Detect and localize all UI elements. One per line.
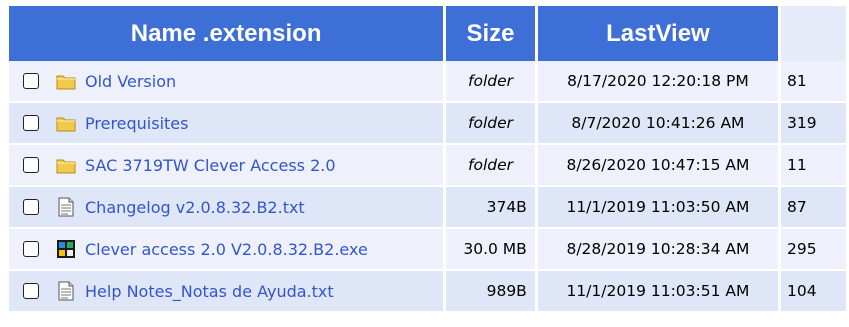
name-cell: Changelog v2.0.8.32.B2.txt	[9, 187, 444, 229]
row-checkbox[interactable]	[23, 115, 39, 131]
table-row[interactable]: Changelog v2.0.8.32.B2.txt 374B 11/1/2019 …	[9, 187, 846, 229]
size-cell: folder	[446, 103, 535, 145]
extra-cell: 319	[781, 103, 846, 145]
text-file-icon	[55, 280, 77, 302]
size-cell: 30.0 MB	[446, 229, 535, 271]
table-row[interactable]: Old Version folder 8/17/2020 12:20:18 PM 81	[9, 61, 846, 103]
lastview-cell: 11/1/2019 11:03:50 AM	[537, 187, 779, 229]
folder-icon	[55, 112, 77, 134]
table-row[interactable]: Help Notes_Notas de Ayuda.txt 989B 11/1/20…	[9, 271, 846, 313]
file-table: Name .extension Size LastView Old Versio…	[6, 6, 849, 313]
folder-icon	[55, 154, 77, 176]
column-header-size[interactable]: Size	[446, 6, 535, 61]
size-cell: 989B	[446, 271, 535, 313]
file-link[interactable]: SAC 3719TW Clever Access 2.0	[85, 156, 336, 175]
name-cell: SAC 3719TW Clever Access 2.0	[9, 145, 444, 187]
lastview-cell: 8/17/2020 12:20:18 PM	[537, 61, 779, 103]
text-file-icon	[55, 196, 77, 218]
lastview-cell: 8/26/2020 10:47:15 AM	[537, 145, 779, 187]
extra-cell: 104	[781, 271, 846, 313]
lastview-cell: 11/1/2019 11:03:51 AM	[537, 271, 779, 313]
table-row[interactable]: SAC 3719TW Clever Access 2.0 folder 8/26/2…	[9, 145, 846, 187]
row-checkbox[interactable]	[23, 73, 39, 89]
lastview-cell: 8/28/2019 10:28:34 AM	[537, 229, 779, 271]
table-header-row: Name .extension Size LastView	[9, 6, 846, 61]
lastview-cell: 8/7/2020 10:41:26 AM	[537, 103, 779, 145]
size-cell: folder	[446, 61, 535, 103]
row-checkbox[interactable]	[23, 241, 39, 257]
row-checkbox[interactable]	[23, 199, 39, 215]
name-cell: Help Notes_Notas de Ayuda.txt	[9, 271, 444, 313]
file-link[interactable]: Prerequisites	[85, 114, 188, 133]
name-cell: Clever access 2.0 V2.0.8.32.B2.exe	[9, 229, 444, 271]
table-row[interactable]: Clever access 2.0 V2.0.8.32.B2.exe 30.0 M…	[9, 229, 846, 271]
file-link[interactable]: Changelog v2.0.8.32.B2.txt	[85, 198, 305, 217]
executable-icon	[55, 238, 77, 260]
row-checkbox[interactable]	[23, 157, 39, 173]
extra-cell: 11	[781, 145, 846, 187]
row-checkbox[interactable]	[23, 283, 39, 299]
file-table-body: Old Version folder 8/17/2020 12:20:18 PM 81…	[9, 61, 846, 313]
column-header-name[interactable]: Name .extension	[9, 6, 444, 61]
size-cell: folder	[446, 145, 535, 187]
size-cell: 374B	[446, 187, 535, 229]
column-header-lastview[interactable]: LastView	[537, 6, 779, 61]
file-link[interactable]: Help Notes_Notas de Ayuda.txt	[85, 282, 334, 301]
folder-icon	[55, 70, 77, 92]
extra-cell: 87	[781, 187, 846, 229]
extra-cell: 295	[781, 229, 846, 271]
file-link[interactable]: Old Version	[85, 72, 176, 91]
column-header-extra	[781, 6, 846, 61]
file-link[interactable]: Clever access 2.0 V2.0.8.32.B2.exe	[85, 240, 368, 259]
name-cell: Prerequisites	[9, 103, 444, 145]
extra-cell: 81	[781, 61, 846, 103]
name-cell: Old Version	[9, 61, 444, 103]
table-row[interactable]: Prerequisites folder 8/7/2020 10:41:26 AM 3…	[9, 103, 846, 145]
